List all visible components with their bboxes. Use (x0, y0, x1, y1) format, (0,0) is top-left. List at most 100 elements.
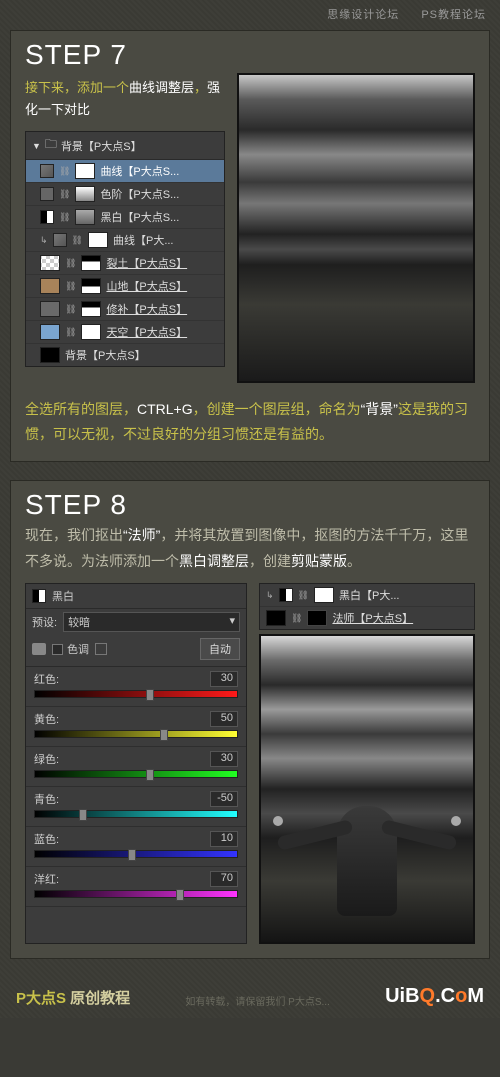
slider-row: 红色: 30 (26, 667, 246, 707)
slider-row: 青色: -50 (26, 787, 246, 827)
layer-row[interactable]: ⛓法师【P大点S】 (260, 607, 474, 629)
top-watermark: 思缘设计论坛 PS教程论坛 (10, 4, 490, 24)
link-icon: ⛓ (72, 235, 83, 246)
page-footer: P大点S 原创教程 如有转载，请保留我们 P大点S... UiBQ.CoM (10, 977, 490, 1008)
slider-knob[interactable] (176, 889, 184, 901)
preset-select[interactable]: 较暗▾ (63, 612, 240, 632)
link-icon: ⛓ (59, 189, 70, 200)
step8-panel: STEP 8 现在，我们抠出“法师”，并将其放置到图像中，抠图的方法千千万，这里… (10, 480, 490, 959)
layer-name: 色阶【P大点S... (100, 186, 218, 202)
footer-note: 如有转载，请保留我们 P大点S... (140, 993, 375, 1008)
layer-thumb (40, 347, 60, 363)
slider-knob[interactable] (79, 809, 87, 821)
step8-preview-image (259, 634, 475, 944)
layer-row[interactable]: ⛓ 修补【P大点S】 (26, 298, 224, 321)
step8-intro: 现在，我们抠出“法师”，并将其放置到图像中，抠图的方法千千万，这里不多说。为法师… (25, 523, 475, 575)
auto-button[interactable]: 自动 (200, 638, 240, 660)
layer-mask-thumb (307, 610, 327, 626)
tint-checkbox[interactable]: 色调 (52, 641, 89, 657)
layer-thumb (40, 278, 60, 294)
slider-value[interactable]: 70 (210, 871, 238, 887)
layer-row[interactable]: ⛓ 色阶【P大点S... (26, 183, 224, 206)
layer-row[interactable]: ↳⛓黑白【P大... (260, 584, 474, 607)
slider-label: 洋红: (34, 871, 59, 887)
tint-color-swatch[interactable] (95, 643, 107, 655)
slider-row: 绿色: 30 (26, 747, 246, 787)
slider-track[interactable] (34, 850, 238, 858)
step8-title: STEP 8 (11, 481, 489, 523)
slider-row: 洋红: 70 (26, 867, 246, 907)
slider-value[interactable]: -50 (210, 791, 238, 807)
layer-mask-thumb (75, 186, 95, 202)
layer-thumb (40, 324, 60, 340)
link-icon: ⛓ (59, 212, 70, 223)
slider-value[interactable]: 10 (210, 831, 238, 847)
layer-name: 裂土【P大点S】 (106, 255, 218, 271)
link-icon: ⛓ (65, 304, 76, 315)
slider-row: 蓝色: 10 (26, 827, 246, 867)
slider-knob[interactable] (146, 689, 154, 701)
slider-knob[interactable] (146, 769, 154, 781)
layer-row[interactable]: 背景【P大点S】 (26, 344, 224, 366)
chevron-down-icon: ▾ (229, 614, 235, 630)
layer-row[interactable]: ⛓ 山地【P大点S】 (26, 275, 224, 298)
layer-mask-thumb (75, 163, 95, 179)
link-icon: ⛓ (59, 166, 70, 177)
layer-name: 山地【P大点S】 (106, 278, 218, 294)
group-name: 背景【P大点S】 (61, 138, 142, 154)
slider-knob[interactable] (160, 729, 168, 741)
layer-mask-thumb (75, 209, 95, 225)
folder-icon: 🗀 (45, 135, 57, 156)
clip-icon: ↳ (266, 590, 274, 601)
site1: 思缘设计论坛 (327, 9, 399, 21)
slider-track[interactable] (34, 810, 238, 818)
slider-track[interactable] (34, 890, 238, 898)
bw-panel-header: 黑白 (26, 584, 246, 609)
layer-row[interactable]: ⛓天空【P大点S】 (26, 321, 224, 344)
layer-row[interactable]: ⛓ 曲线【P大点S... (26, 160, 224, 183)
layer-group-header[interactable]: ▼ 🗀 背景【P大点S】 (26, 132, 224, 160)
link-icon: ⛓ (65, 327, 76, 338)
layer-row[interactable]: ⛓ 黑白【P大点S... (26, 206, 224, 229)
slider-track[interactable] (34, 770, 238, 778)
uibq-logo: UiBQ.CoM (385, 985, 484, 1008)
slider-label: 红色: (34, 671, 59, 687)
black-white-adjustment-panel[interactable]: 黑白 预设: 较暗▾ 色调 (25, 583, 247, 944)
layer-name: 曲线【P大点S... (100, 163, 218, 179)
step8-mini-layers[interactable]: ↳⛓黑白【P大...⛓法师【P大点S】 (259, 583, 475, 630)
collapse-icon[interactable]: ▼ (32, 141, 41, 151)
slider-track[interactable] (34, 730, 238, 738)
layers-panel[interactable]: ▼ 🗀 背景【P大点S】 ⛓ 曲线【P大点S... ⛓ 色阶【P大点S... ⛓ 黑白【P… (25, 131, 225, 367)
layer-mask-thumb (81, 278, 101, 294)
slider-value[interactable]: 30 (210, 751, 238, 767)
layer-name: 背景【P大点S】 (65, 347, 218, 363)
layer-row[interactable]: ⛓裂土【P大点S】 (26, 252, 224, 275)
layer-mask-thumb (81, 255, 101, 271)
bw-icon (40, 210, 54, 224)
clip-icon: ↳ (40, 235, 48, 246)
slider-value[interactable]: 50 (210, 711, 238, 727)
layer-mask-thumb (314, 587, 334, 603)
layer-name: 修补【P大点S】 (106, 301, 218, 317)
layer-row[interactable]: ↳ ⛓ 曲线【P大... (26, 229, 224, 252)
bw-icon (32, 589, 46, 603)
layer-mask-thumb (81, 324, 101, 340)
preset-row: 预设: 较暗▾ (26, 609, 246, 635)
slider-label: 青色: (34, 791, 59, 807)
step7-bottom-text: 全选所有的图层，CTRL+G，创建一个图层组，命名为“背景”这是我的习惯，可以无… (11, 397, 489, 461)
curves-icon (40, 164, 54, 178)
slider-label: 绿色: (34, 751, 59, 767)
link-icon: ⛓ (291, 613, 302, 624)
slider-track[interactable] (34, 690, 238, 698)
link-icon: ⛓ (65, 281, 76, 292)
layer-name: 黑白【P大... (339, 587, 468, 603)
slider-row: 黄色:50 (26, 707, 246, 747)
slider-knob[interactable] (128, 849, 136, 861)
targeted-adjustment-icon[interactable] (32, 643, 46, 655)
slider-value[interactable]: 30 (210, 671, 238, 687)
footer-brand2: 原创教程 (66, 990, 130, 1007)
layer-name: 黑白【P大点S... (100, 209, 218, 225)
layer-name: 曲线【P大... (113, 232, 218, 248)
slider-label: 蓝色: (34, 831, 59, 847)
layer-mask-thumb (81, 301, 101, 317)
